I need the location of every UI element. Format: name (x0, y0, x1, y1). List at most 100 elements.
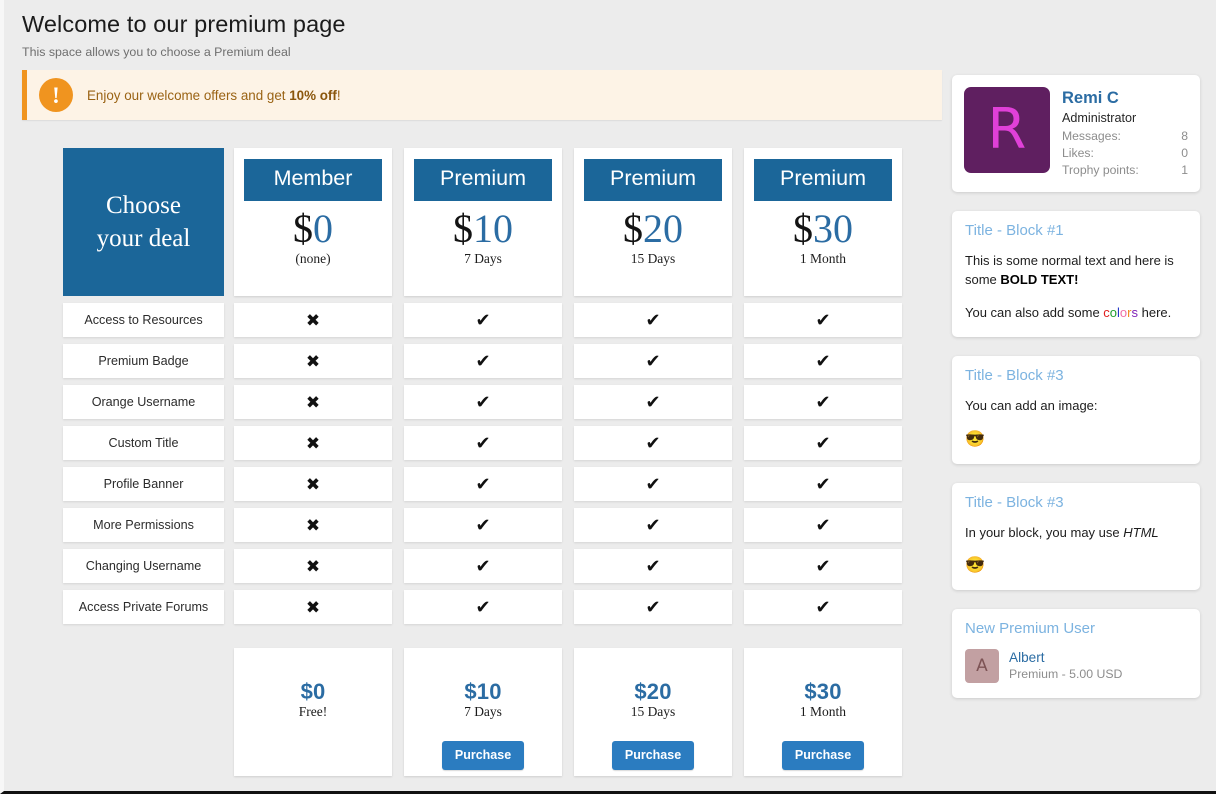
feature-label: Changing Username (63, 549, 224, 583)
check-icon: ✔ (404, 508, 562, 542)
user-avatar[interactable]: A (965, 649, 999, 683)
pricing-table: Choose your deal Member$0(none)Premium$1… (63, 148, 909, 776)
feature-value-cell: ✔ (404, 508, 562, 542)
feature-value-cell: ✔ (744, 590, 902, 624)
page-subtitle: This space allows you to choose a Premiu… (22, 45, 1216, 59)
choose-label-line2: your deal (97, 222, 191, 255)
block-body: You can add an image:😎 (965, 396, 1187, 448)
profile-stats: Messages:8Likes:0Trophy points:1 (1062, 128, 1188, 180)
feature-value-cell: ✔ (404, 426, 562, 460)
cross-icon: ✖ (234, 385, 392, 419)
check-icon: ✔ (404, 303, 562, 337)
feature-label: Orange Username (63, 385, 224, 419)
check-icon: ✔ (744, 385, 902, 419)
avatar[interactable]: R (964, 87, 1050, 173)
plan-currency: $ (623, 206, 643, 251)
page-header: Welcome to our premium page This space a… (4, 0, 1216, 59)
check-icon: ✔ (574, 549, 732, 583)
check-icon: ✔ (744, 508, 902, 542)
feature-name-cell: Orange Username (63, 385, 224, 419)
choose-your-deal-box: Choose your deal (63, 148, 224, 296)
feature-value-cell: ✔ (744, 344, 902, 378)
profile-stat-label: Messages: (1062, 128, 1121, 145)
purchase-button[interactable]: Purchase (442, 741, 524, 770)
feature-label: Access to Resources (63, 303, 224, 337)
profile-role: Administrator (1062, 111, 1188, 125)
footer-price: $30 (744, 681, 902, 703)
feature-value-cell: ✔ (744, 426, 902, 460)
block-paragraph: This is some normal text and here is som… (965, 251, 1187, 289)
footer-term: 1 Month (744, 704, 902, 720)
check-icon: ✔ (744, 303, 902, 337)
feature-value-cell: ✔ (744, 303, 902, 337)
sidebar: R Remi C Administrator Messages:8Likes:0… (952, 75, 1200, 717)
plan-column-footer: $107 DaysPurchase (404, 648, 562, 776)
block-bold-text: BOLD TEXT! (1000, 272, 1078, 287)
cross-icon: ✖ (234, 467, 392, 501)
profile-stat-label: Likes: (1062, 145, 1094, 162)
profile-name[interactable]: Remi C (1062, 89, 1188, 109)
cross-icon: ✖ (234, 344, 392, 378)
block-title: Title - Block #3 (965, 494, 1187, 512)
user-name[interactable]: Albert (1009, 650, 1122, 667)
block-emoji-paragraph: 😎 (965, 556, 1187, 575)
feature-label: More Permissions (63, 508, 224, 542)
block-body: This is some normal text and here is som… (965, 251, 1187, 323)
plan-price-value: 0 (313, 206, 333, 251)
cross-icon: ✖ (234, 508, 392, 542)
check-icon: ✔ (404, 590, 562, 624)
plan-currency: $ (293, 206, 313, 251)
block-text-3: here. (1138, 305, 1171, 320)
feature-label: Access Private Forums (63, 590, 224, 624)
feature-value-cell: ✔ (744, 549, 902, 583)
feature-value-cell: ✔ (744, 385, 902, 419)
feature-value-cell: ✔ (574, 590, 732, 624)
feature-value-cell: ✖ (234, 590, 392, 624)
table-row: Premium Badge✖✔✔✔ (63, 344, 909, 378)
pricing-header-row: Choose your deal Member$0(none)Premium$1… (63, 148, 909, 296)
sidebar-block-card: Title - Block #3In your block, you may u… (952, 483, 1200, 590)
table-row: Custom Title✖✔✔✔ (63, 426, 909, 460)
feature-value-cell: ✔ (404, 344, 562, 378)
alert-text-after: ! (337, 88, 341, 103)
feature-value-cell: ✖ (234, 467, 392, 501)
colored-word: colors (1103, 305, 1138, 320)
table-row: Orange Username✖✔✔✔ (63, 385, 909, 419)
plan-column-header: Premium$301 Month (744, 148, 902, 296)
feature-value-cell: ✔ (574, 344, 732, 378)
feature-value-cell: ✔ (404, 385, 562, 419)
feature-value-cell: ✔ (574, 508, 732, 542)
feature-name-cell: Changing Username (63, 549, 224, 583)
plan-column-footer: $301 Month Purchase (744, 648, 902, 776)
plan-price: $20 (584, 207, 722, 250)
sunglasses-emoji-icon: 😎 (965, 557, 985, 574)
plan-currency: $ (453, 206, 473, 251)
plan-badge: Premium (414, 159, 552, 201)
check-icon: ✔ (574, 303, 732, 337)
feature-value-cell: ✔ (404, 590, 562, 624)
table-row: Changing Username✖✔✔✔ (63, 549, 909, 583)
new-premium-user-row[interactable]: A Albert Premium - 5.00 USD (965, 649, 1187, 683)
cross-icon: ✖ (234, 590, 392, 624)
feature-name-cell: Access to Resources (63, 303, 224, 337)
plan-price-value: 10 (473, 206, 513, 251)
table-row: Access to Resources✖✔✔✔ (63, 303, 909, 337)
purchase-button[interactable]: Purchase (782, 741, 864, 770)
feature-value-cell: ✔ (404, 549, 562, 583)
block-text-2: You can also add some (965, 305, 1103, 320)
plan-term: 15 Days (584, 251, 722, 267)
block-italic-text: HTML (1123, 525, 1158, 540)
profile-stat: Likes:0 (1062, 145, 1188, 162)
block-text: You can add an image: (965, 398, 1098, 413)
sidebar-blocks: Title - Block #1This is some normal text… (952, 211, 1200, 591)
purchase-button[interactable]: Purchase (612, 741, 694, 770)
check-icon: ✔ (744, 549, 902, 583)
exclamation-glyph: ! (52, 84, 60, 107)
new-premium-user-card: New Premium User A Albert Premium - 5.00… (952, 609, 1200, 698)
page-title: Welcome to our premium page (22, 10, 1216, 38)
feature-name-cell: Access Private Forums (63, 590, 224, 624)
plan-column-header: Premium$2015 Days (574, 148, 732, 296)
feature-value-cell: ✔ (574, 467, 732, 501)
table-row: Access Private Forums ✖ ✔ ✔ ✔ (63, 590, 909, 624)
feature-value-cell: ✔ (574, 549, 732, 583)
